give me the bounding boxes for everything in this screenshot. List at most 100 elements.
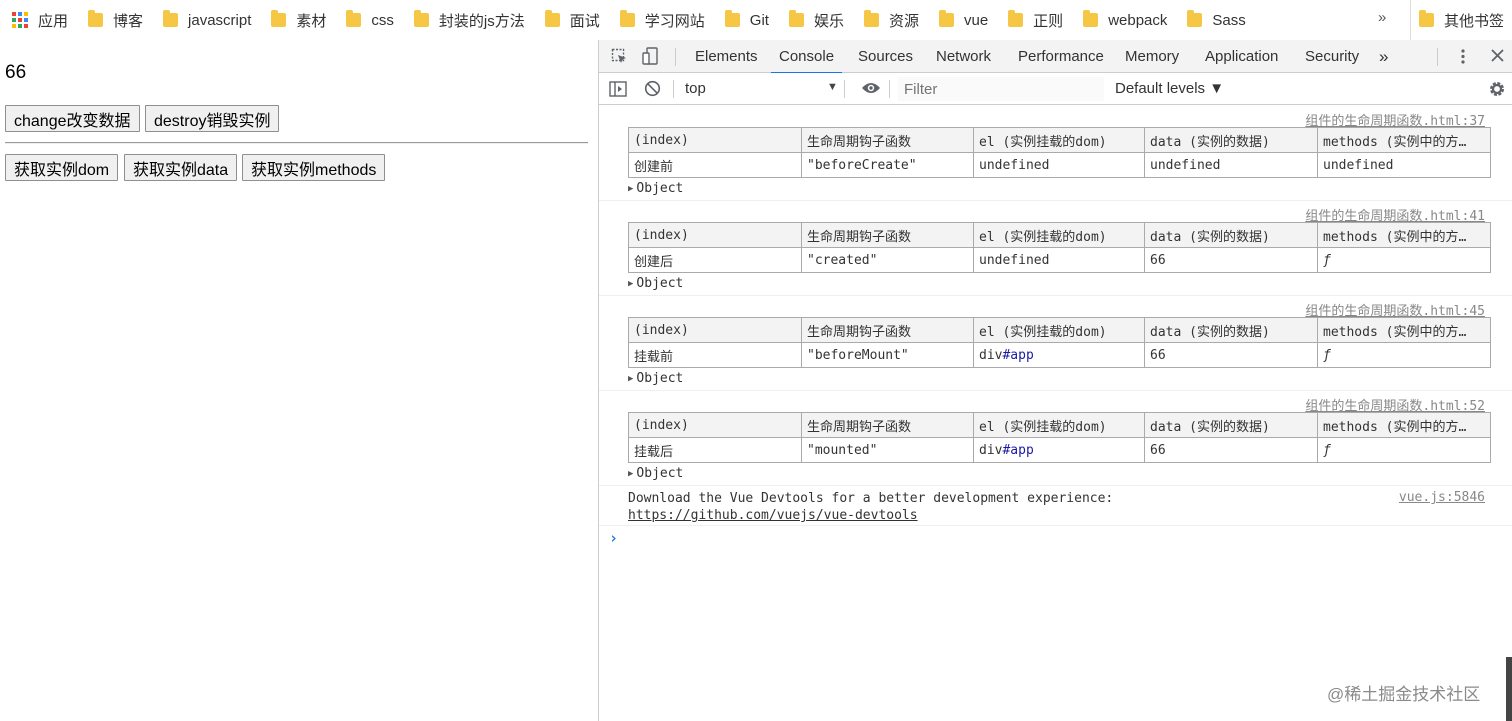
- change-data-button[interactable]: change改变数据: [5, 105, 140, 132]
- object-expander[interactable]: ▶ Object: [628, 466, 683, 481]
- device-toolbar-icon[interactable]: [642, 47, 659, 69]
- bookmark-label: vue: [963, 11, 989, 29]
- bookmark-folder[interactable]: webpack: [1083, 0, 1167, 40]
- scrollbar-edge: [1506, 657, 1512, 721]
- el-tag: div: [979, 347, 1003, 363]
- bookmark-folder[interactable]: javascript: [163, 0, 251, 40]
- bookmark-folder[interactable]: 娱乐: [788, 0, 844, 40]
- bookmark-folder[interactable]: Git: [724, 0, 769, 40]
- column-header[interactable]: 生命周期钩子函数: [801, 127, 974, 153]
- destroy-instance-button[interactable]: destroy销毁实例: [145, 105, 280, 132]
- bookmark-folder[interactable]: 博客: [88, 0, 143, 40]
- tab-elements[interactable]: Elements: [695, 40, 758, 73]
- column-header[interactable]: 生命周期钩子函数: [801, 412, 974, 438]
- index-cell: 挂载后: [628, 437, 802, 463]
- eye-icon[interactable]: [861, 81, 881, 98]
- bookmarks-overflow-button[interactable]: »: [1378, 9, 1386, 26]
- folder-icon: [938, 10, 954, 27]
- column-header[interactable]: methods (实例中的方…: [1317, 317, 1491, 343]
- object-expander[interactable]: ▶ Object: [628, 371, 683, 386]
- bookmark-apps-label: 应用: [38, 12, 69, 30]
- data-cell: undefined: [1144, 152, 1318, 178]
- bookmark-folder[interactable]: 资源: [863, 0, 919, 40]
- tab-security[interactable]: Security: [1305, 40, 1359, 73]
- column-header[interactable]: methods (实例中的方…: [1317, 127, 1491, 153]
- tab-network[interactable]: Network: [936, 40, 991, 73]
- object-expander[interactable]: ▶ Object: [628, 276, 683, 291]
- toolbar-separator: [673, 80, 674, 98]
- methods-cell: ƒ: [1317, 247, 1491, 273]
- column-header[interactable]: el (实例挂载的dom): [973, 127, 1145, 153]
- bookmark-folder[interactable]: Sass: [1187, 0, 1246, 40]
- bookmark-apps[interactable]: 应用: [12, 0, 68, 40]
- watermark: @稀土掘金技术社区: [1327, 685, 1481, 704]
- kebab-menu-icon[interactable]: [1460, 48, 1466, 68]
- bookmark-folder[interactable]: 正则: [1008, 0, 1063, 40]
- bookmark-folder[interactable]: 学习网站: [619, 0, 705, 40]
- console-table: (index) 生命周期钩子函数 el (实例挂载的dom) data (实例的…: [628, 127, 1491, 178]
- sidebar-toggle-icon[interactable]: [609, 81, 627, 100]
- object-expander[interactable]: ▶ Object: [628, 181, 683, 196]
- source-link[interactable]: vue.js:5846: [1399, 490, 1485, 505]
- column-header[interactable]: data (实例的数据): [1144, 127, 1318, 153]
- column-header[interactable]: methods (实例中的方…: [1317, 222, 1491, 248]
- other-bookmarks[interactable]: 其他书签: [1410, 0, 1504, 40]
- folder-icon: [88, 10, 104, 27]
- tab-sources[interactable]: Sources: [858, 40, 913, 73]
- context-selector[interactable]: top: [685, 80, 706, 97]
- toolbar-separator: [889, 80, 890, 98]
- folder-icon: [544, 10, 560, 27]
- column-header[interactable]: methods (实例中的方…: [1317, 412, 1491, 438]
- console-table: (index) 生命周期钩子函数 el (实例挂载的dom) data (实例的…: [628, 317, 1491, 368]
- tab-console[interactable]: Console: [770, 40, 843, 74]
- bookmark-label: 娱乐: [813, 12, 844, 30]
- column-header[interactable]: data (实例的数据): [1144, 317, 1318, 343]
- vue-devtools-message: Download the Vue Devtools for a better d…: [628, 490, 1113, 524]
- inspect-element-icon[interactable]: [611, 48, 628, 68]
- column-header[interactable]: el (实例挂载的dom): [973, 317, 1145, 343]
- column-header[interactable]: 生命周期钩子函数: [801, 222, 974, 248]
- bookmark-folder[interactable]: 封装的js方法: [413, 0, 525, 40]
- column-header[interactable]: (index): [628, 412, 802, 438]
- data-cell: 66: [1144, 437, 1318, 463]
- expand-triangle-icon: ▶: [628, 279, 634, 289]
- column-header[interactable]: data (实例的数据): [1144, 412, 1318, 438]
- bookmark-folder[interactable]: 素材: [271, 0, 326, 40]
- tab-application[interactable]: Application: [1205, 40, 1278, 73]
- column-header[interactable]: (index): [628, 222, 802, 248]
- bookmark-folder[interactable]: 面试: [544, 0, 600, 40]
- hook-cell: "beforeCreate": [801, 152, 974, 178]
- table-row: 挂载前 "beforeMount" div#app 66 ƒ: [628, 342, 1491, 368]
- get-dom-button[interactable]: 获取实例dom: [5, 154, 119, 181]
- tabs-overflow-button[interactable]: »: [1379, 40, 1388, 73]
- column-header[interactable]: 生命周期钩子函数: [801, 317, 974, 343]
- column-header[interactable]: data (实例的数据): [1144, 222, 1318, 248]
- table-header-row: (index) 生命周期钩子函数 el (实例挂载的dom) data (实例的…: [628, 127, 1491, 153]
- object-label: Object: [636, 181, 684, 196]
- get-methods-button[interactable]: 获取实例methods: [242, 154, 386, 181]
- column-header[interactable]: (index): [628, 127, 802, 153]
- data-value-display: 66: [5, 62, 27, 83]
- get-data-button[interactable]: 获取实例data: [124, 154, 238, 181]
- chevron-down-icon[interactable]: ▼: [827, 81, 838, 93]
- table-row: 创建前 "beforeCreate" undefined undefined u…: [628, 152, 1491, 178]
- column-header[interactable]: el (实例挂载的dom): [973, 412, 1145, 438]
- gear-icon[interactable]: [1488, 80, 1506, 101]
- tab-performance[interactable]: Performance: [1018, 40, 1104, 73]
- console-message: vue.js:5846 Download the Vue Devtools fo…: [599, 486, 1512, 526]
- toolbar-separator: [1437, 48, 1438, 66]
- console-prompt-icon[interactable]: ›: [609, 529, 618, 547]
- devtools-link[interactable]: https://github.com/vuejs/vue-devtools: [628, 507, 1113, 524]
- clear-console-icon[interactable]: [644, 80, 661, 100]
- console-table: (index) 生命周期钩子函数 el (实例挂载的dom) data (实例的…: [628, 222, 1491, 273]
- column-header[interactable]: (index): [628, 317, 802, 343]
- log-levels-dropdown[interactable]: Default levels ▼: [1115, 80, 1224, 97]
- filter-input[interactable]: [898, 77, 1104, 101]
- close-icon[interactable]: [1490, 48, 1505, 66]
- column-header[interactable]: el (实例挂载的dom): [973, 222, 1145, 248]
- expand-triangle-icon: ▶: [628, 469, 634, 479]
- bookmark-folder[interactable]: vue: [938, 0, 989, 40]
- folder-icon: [1187, 10, 1203, 27]
- tab-memory[interactable]: Memory: [1125, 40, 1179, 73]
- bookmark-folder[interactable]: css: [346, 0, 394, 40]
